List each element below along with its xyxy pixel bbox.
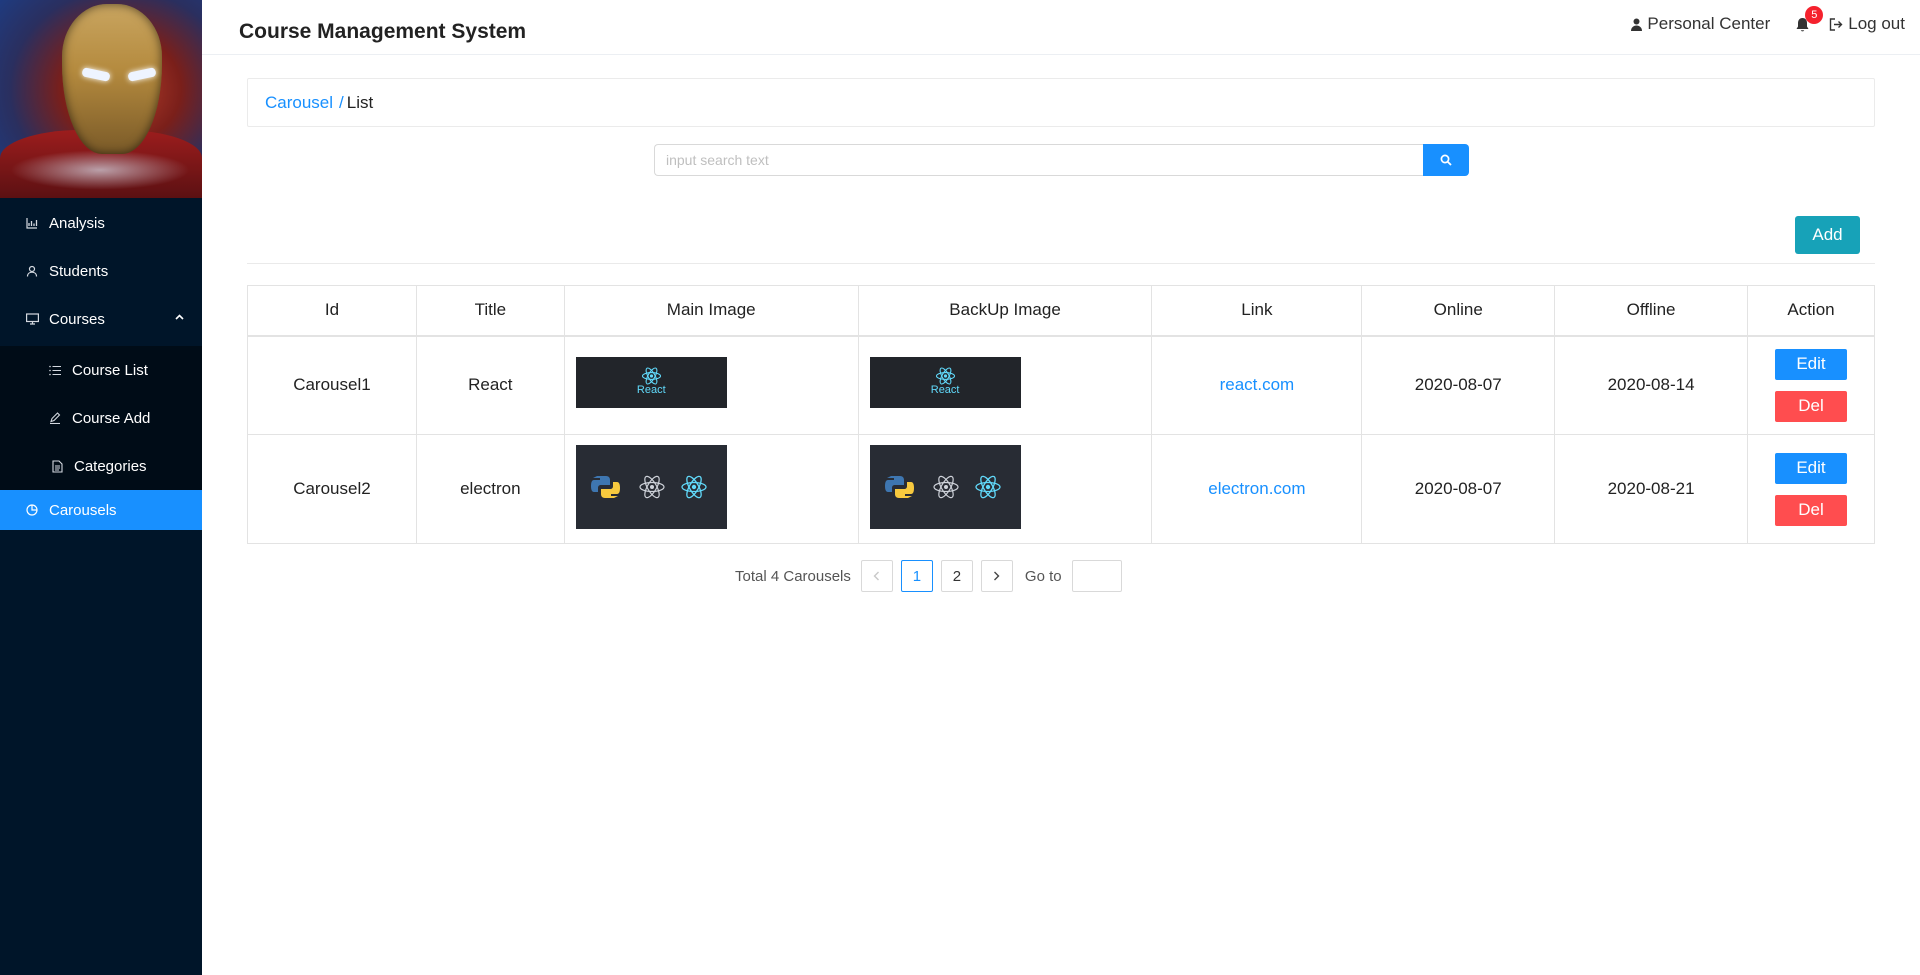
cell-backup-image: React [857,335,1153,435]
list-icon [48,363,62,377]
cell-title: React [415,335,565,435]
column-header-offline: Offline [1554,285,1748,337]
carousel-link[interactable]: electron.com [1208,479,1305,498]
search-bar [654,144,1469,176]
react-thumbnail: React [575,357,727,409]
logout-link[interactable]: Log out [1829,14,1905,34]
thumbnail-caption: React [930,384,960,397]
cell-online: 2020-08-07 [1361,335,1556,435]
edit-button[interactable]: Edit [1774,452,1847,484]
sidebar-item-categories[interactable]: Categories [0,442,202,490]
logout-icon [1829,17,1843,31]
cell-link: electron.com [1151,434,1363,544]
logout-label: Log out [1848,14,1905,33]
goto-label: Go to [1024,567,1062,585]
sidebar-item-students[interactable]: Students [0,251,202,291]
edit-icon [48,411,62,425]
react-thumbnail: React [869,357,1021,409]
search-button[interactable] [1423,144,1469,176]
user-icon [25,264,39,278]
tech-logos-thumbnail [575,444,727,529]
cell-main-image: React [563,335,859,435]
cell-online: 2020-08-07 [1361,434,1556,544]
cell-main-image [563,434,859,544]
delete-button[interactable]: Del [1774,390,1847,422]
carousel-link[interactable]: react.com [1220,375,1295,394]
breadcrumb: Carousel / List [247,78,1875,127]
column-header-main-image: Main Image [563,285,859,337]
chevron-left-icon [873,571,880,581]
column-header-action: Action [1746,285,1876,337]
sidebar-item-course-list[interactable]: Course List [0,346,202,394]
chevron-right-icon [993,571,1000,581]
personal-center-link[interactable]: Personal Center [1631,14,1770,34]
breadcrumb-separator: / [339,92,344,112]
edit-button[interactable]: Edit [1774,348,1847,380]
app-title: Course Management System [239,20,527,43]
delete-button[interactable]: Del [1774,494,1847,526]
search-input[interactable] [654,144,1423,176]
breadcrumb-current: List [346,92,374,112]
desktop-icon [25,312,39,326]
sidebar-item-analysis[interactable]: Analysis [0,203,202,243]
user-icon [1631,18,1643,31]
pagination-total: Total 4 Carousels [735,567,851,585]
sidebar-hero-image [0,0,202,198]
column-header-backup-image: BackUp Image [857,285,1153,337]
cell-backup-image [857,434,1153,544]
sidebar-item-label: Course List [72,361,148,379]
column-header-online: Online [1361,285,1556,337]
add-button[interactable]: Add [1795,216,1860,254]
notification-bell[interactable]: 5 [1795,6,1824,34]
personal-center-label: Personal Center [1647,14,1771,33]
sidebar-item-label: Students [49,262,109,280]
sidebar-item-label: Analysis [49,214,105,232]
table-row: Carousel1 React React React react.com 20… [247,335,1876,435]
tech-logos-thumbnail [869,444,1021,529]
column-header-title: Title [415,285,565,337]
goto-page-input[interactable] [1071,560,1122,592]
notification-badge: 5 [1805,6,1824,24]
cell-title: electron [415,434,565,544]
file-icon [50,459,64,473]
page-button-2[interactable]: 2 [940,560,973,592]
chart-icon [25,216,39,230]
pagination: Total 4 Carousels 1 2 Go to [735,559,1122,593]
top-header: Course Management System Personal Center… [202,0,1920,55]
sidebar-item-label: Courses [49,310,105,328]
table-header-row: Id Title Main Image BackUp Image Link On… [247,285,1876,337]
pie-chart-icon [25,503,39,517]
page-button-1[interactable]: 1 [900,560,933,592]
table-row: Carousel2 electron electron.com 2020-08-… [247,434,1876,544]
sidebar-item-courses[interactable]: Courses [0,299,202,339]
sidebar-item-carousels[interactable]: Carousels [0,490,202,530]
carousel-table: Id Title Main Image BackUp Image Link On… [247,285,1876,544]
chevron-up-icon [175,311,184,323]
search-icon [1440,154,1452,166]
cell-id: Carousel1 [247,335,417,435]
cell-offline: 2020-08-21 [1554,434,1748,544]
cell-action: Edit Del [1746,434,1876,544]
cell-id: Carousel2 [247,434,417,544]
header-actions: Personal Center 5 Log out [1631,6,1905,34]
column-header-link: Link [1151,285,1363,337]
cell-action: Edit Del [1746,335,1876,435]
breadcrumb-root[interactable]: Carousel [265,93,333,113]
prev-page-button[interactable] [860,560,893,592]
thumbnail-caption: React [636,384,666,397]
sidebar: Analysis Students Courses Course List Co… [0,0,202,975]
sidebar-item-label: Categories [74,457,147,475]
sidebar-item-label: Course Add [72,409,151,427]
next-page-button[interactable] [980,560,1013,592]
column-header-id: Id [247,285,417,337]
divider [247,263,1875,264]
sidebar-item-label: Carousels [49,501,117,519]
cell-offline: 2020-08-14 [1554,335,1748,435]
sidebar-item-course-add[interactable]: Course Add [0,394,202,442]
cell-link: react.com [1151,335,1363,435]
